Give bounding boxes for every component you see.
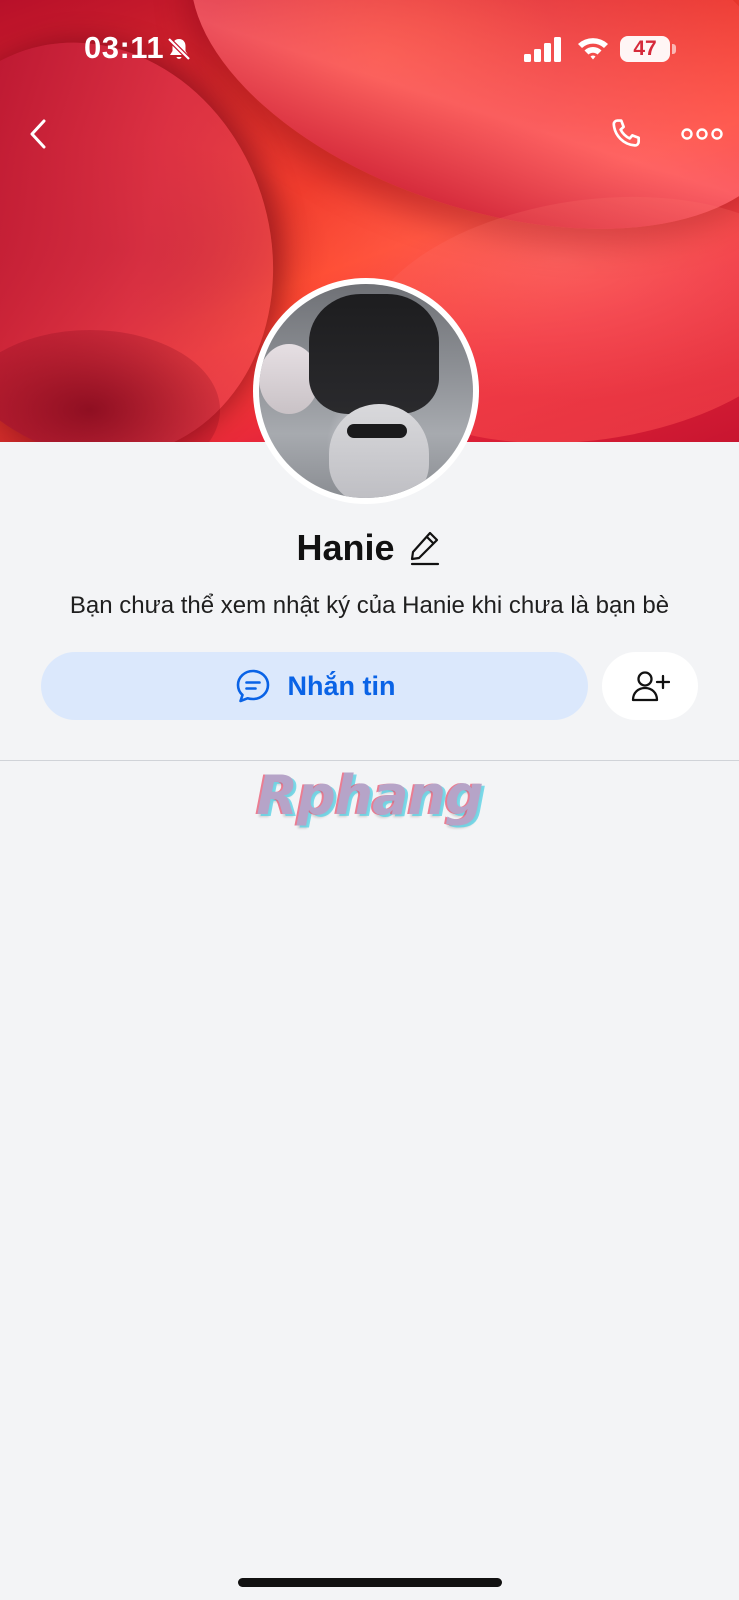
message-button-label: Nhắn tin [287, 670, 396, 701]
pencil-icon [410, 531, 439, 566]
add-friend-button[interactable] [602, 652, 698, 720]
status-bar: 03:11 47 [0, 0, 739, 100]
wifi-icon [576, 35, 610, 61]
profile-name-row: Hanie [0, 520, 739, 576]
back-icon [30, 119, 46, 149]
add-friend-icon [631, 671, 670, 702]
avatar-shape [347, 424, 407, 438]
avatar-image [259, 284, 473, 498]
chat-bubble-icon [236, 669, 269, 703]
status-time: 03:11 [84, 30, 165, 65]
section-divider [0, 760, 739, 761]
phone-icon [612, 119, 641, 147]
battery-icon: 47 [620, 36, 670, 62]
avatar-shape [309, 294, 439, 414]
more-button[interactable] [678, 110, 726, 158]
bell-off-icon [166, 36, 192, 62]
avatar[interactable] [253, 278, 479, 504]
edit-name-button[interactable] [407, 528, 443, 568]
watermark: Rphang [256, 764, 483, 827]
back-button[interactable] [14, 110, 62, 158]
call-button[interactable] [602, 110, 650, 158]
profile-name: Hanie [296, 527, 395, 568]
home-indicator[interactable] [238, 1578, 502, 1587]
message-button[interactable]: Nhắn tin [41, 652, 588, 720]
signal-icon [524, 37, 564, 63]
privacy-note: Bạn chưa thể xem nhật ký của Hanie khi c… [69, 592, 670, 619]
more-icon [681, 128, 723, 140]
avatar-shape [329, 404, 429, 498]
battery-tip [672, 44, 676, 54]
